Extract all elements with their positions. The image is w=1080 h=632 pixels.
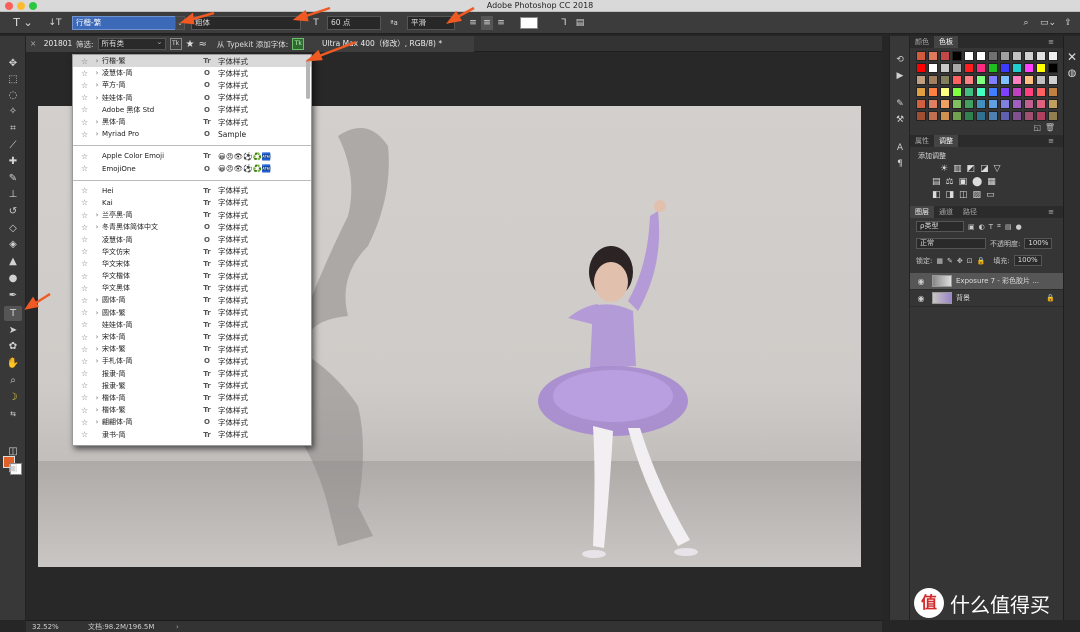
arrow-4-head [305,49,323,62]
arrow-1-head [179,12,195,25]
annotation-arrows [24,6,475,310]
arrow-group [24,6,475,310]
arrow-3-head [446,10,462,24]
arrow-2-head [292,9,309,22]
arrow-5-head [24,296,39,310]
